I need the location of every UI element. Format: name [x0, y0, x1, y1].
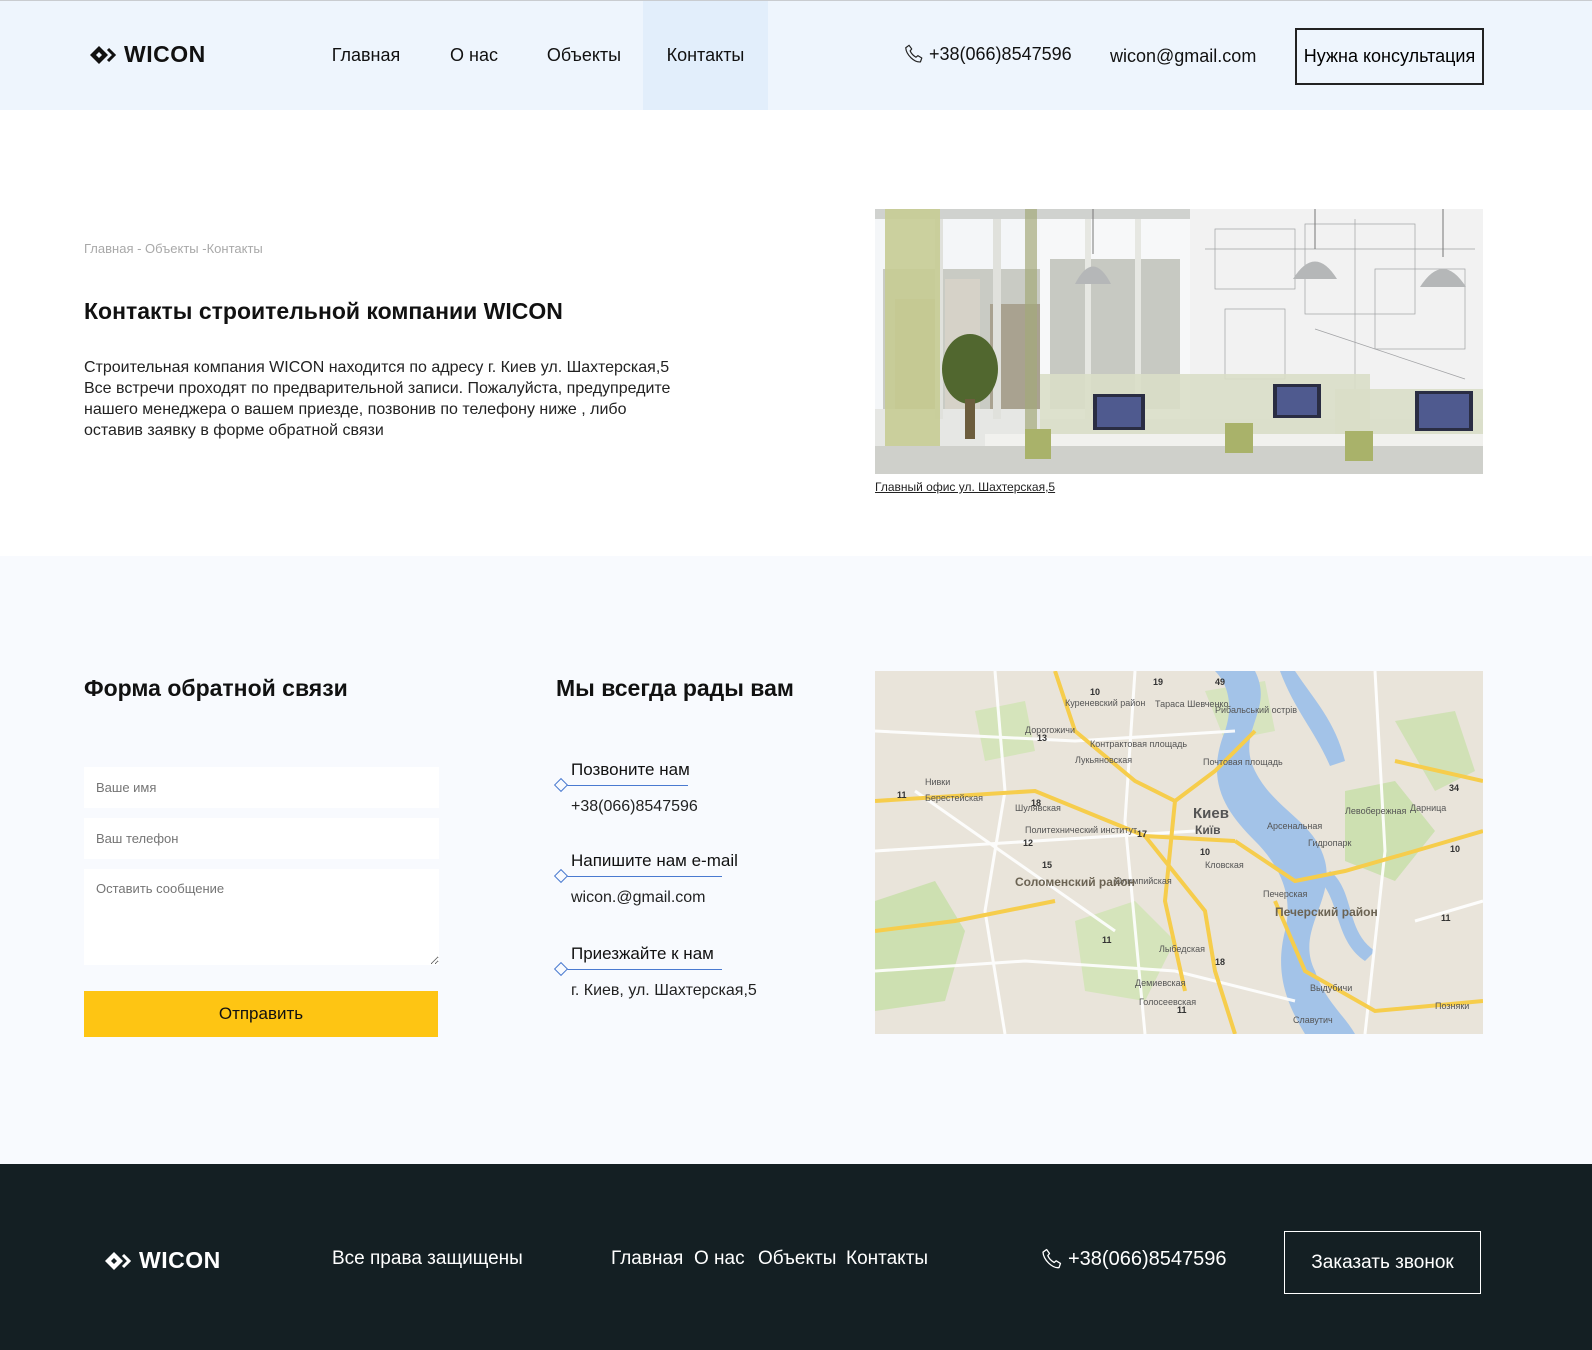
- map-label: Почтовая площадь: [1203, 757, 1283, 767]
- map-label: Политехнический институт: [1025, 825, 1137, 835]
- map-road-number: 11: [1441, 913, 1451, 923]
- footer-nav-objects[interactable]: Объекты: [758, 1248, 836, 1270]
- map-label: Кловская: [1205, 860, 1244, 870]
- office-photo: [875, 209, 1483, 474]
- map-label: Лыбедская: [1159, 944, 1205, 954]
- feedback-form-title: Форма обратной связи: [84, 675, 348, 701]
- consultation-button[interactable]: Нужна консультация: [1295, 28, 1484, 85]
- phone-icon: [905, 44, 923, 63]
- map-road-number: 17: [1137, 829, 1147, 839]
- breadcrumb[interactable]: Главная - Объекты -Контакты: [84, 241, 263, 256]
- map-label: Контрактовая площадь: [1090, 739, 1187, 749]
- intro-paragraph-meetings: Все встречи проходят по предварительной …: [84, 380, 671, 439]
- site-footer: WICON Все права защищены Главная О нас О…: [0, 1164, 1592, 1350]
- map-road-number: 18: [1031, 798, 1041, 808]
- footer-logo[interactable]: WICON: [105, 1247, 221, 1274]
- map-label: Позняки: [1435, 1001, 1469, 1011]
- phone-input[interactable]: [84, 818, 439, 859]
- nav-item-home[interactable]: Главная: [310, 1, 422, 110]
- contact-item-label: Приезжайте к нам: [571, 944, 714, 963]
- map-label: Арсенальная: [1267, 821, 1322, 831]
- map-city-label: Киев: [1193, 805, 1229, 822]
- contact-item-underline: [564, 876, 722, 877]
- nav-item-contacts[interactable]: Контакты: [643, 1, 768, 110]
- city-map[interactable]: Шулявская Лукьяновская Почтовая площадь …: [875, 671, 1483, 1034]
- map-label: Нивки: [925, 777, 950, 787]
- footer-phone-number: +38(066)8547596: [1068, 1247, 1227, 1270]
- footer-nav-about[interactable]: О нас: [694, 1248, 745, 1270]
- map-road-number: 12: [1023, 838, 1033, 848]
- map-district-label: Соломенский район: [1015, 875, 1135, 889]
- map-label: Дорогожичи: [1025, 725, 1075, 735]
- phone-icon: [1042, 1248, 1062, 1269]
- map-label: Тараса Шевченко: [1155, 699, 1228, 709]
- header-phone[interactable]: +38(066)8547596: [903, 43, 1072, 65]
- page-title: Контакты строительной компании WICON: [84, 298, 563, 324]
- contact-item-underline: [564, 785, 688, 786]
- map-road-number: 15: [1042, 860, 1052, 870]
- map-city-label-uk: Київ: [1195, 823, 1220, 837]
- map-road-number: 11: [1177, 1005, 1187, 1015]
- contact-item-underline: [564, 969, 722, 970]
- map-road-number: 49: [1215, 677, 1225, 687]
- logo-text: WICON: [139, 1247, 221, 1273]
- photo-caption-link[interactable]: Главный офис ул. Шахтерская,5: [875, 480, 1055, 494]
- map-label: Выдубичи: [1310, 983, 1352, 993]
- header-phone-number: +38(066)8547596: [929, 43, 1072, 64]
- intro-paragraph-address: Строительная компания WICON находится по…: [84, 359, 670, 376]
- map-label: Дарница: [1410, 803, 1446, 813]
- name-input[interactable]: [84, 767, 439, 808]
- map-road-number: 10: [1450, 844, 1460, 854]
- contact-email-value[interactable]: wicon.@gmail.com: [571, 889, 706, 907]
- intro-text: Строительная компания WICON находится по…: [84, 357, 674, 441]
- map-road-number: 18: [1215, 957, 1225, 967]
- map-label: Лукьяновская: [1075, 755, 1132, 765]
- map-label: Славутич: [1293, 1015, 1333, 1025]
- map-label: Куреневский район: [1065, 698, 1145, 708]
- copyright-text: Все права защищены: [332, 1248, 523, 1269]
- contact-phone-value[interactable]: +38(066)8547596: [571, 798, 698, 816]
- submit-button[interactable]: Отправить: [84, 991, 438, 1037]
- logo-text: WICON: [124, 41, 206, 67]
- map-label: Гидропарк: [1308, 838, 1352, 848]
- contact-item-label: Напишите нам e-mail: [571, 851, 738, 870]
- map-road-number: 11: [1102, 935, 1112, 945]
- map-road-number: 19: [1153, 677, 1163, 687]
- contact-item-label: Позвоните нам: [571, 760, 690, 779]
- footer-phone[interactable]: +38(066)8547596: [1040, 1247, 1226, 1271]
- header-email[interactable]: wicon@gmail.com: [1110, 46, 1256, 67]
- map-road-number: 10: [1090, 687, 1100, 697]
- header-logo[interactable]: WICON: [90, 41, 206, 68]
- map-label: Демиевская: [1135, 978, 1186, 988]
- footer-nav-contacts[interactable]: Контакты: [846, 1248, 928, 1270]
- contact-address-value: г. Киев, ул. Шахтерская,5: [571, 982, 757, 999]
- map-road-number: 13: [1037, 733, 1047, 743]
- logo-diamond-icon: [90, 45, 117, 64]
- map-label: Берестейская: [925, 793, 983, 803]
- nav-item-objects[interactable]: Объекты: [526, 1, 642, 110]
- map-road-number: 34: [1449, 783, 1459, 793]
- map-label: Печерская: [1263, 889, 1308, 899]
- map-label: Голосеевская: [1139, 997, 1196, 1007]
- logo-diamond-icon: [105, 1251, 132, 1270]
- nav-item-about[interactable]: О нас: [422, 1, 526, 110]
- callback-button[interactable]: Заказать звонок: [1284, 1231, 1481, 1294]
- map-road-number: 10: [1200, 847, 1210, 857]
- footer-nav-home[interactable]: Главная: [611, 1248, 683, 1270]
- site-header: WICON Главная О нас Объекты Контакты +38…: [0, 0, 1592, 110]
- contacts-title: Мы всегда рады вам: [556, 675, 794, 701]
- message-textarea[interactable]: [84, 869, 439, 965]
- map-road-number: 11: [897, 790, 907, 800]
- map-label: Левобережная: [1345, 806, 1407, 816]
- map-district-label: Печерский район: [1275, 905, 1378, 919]
